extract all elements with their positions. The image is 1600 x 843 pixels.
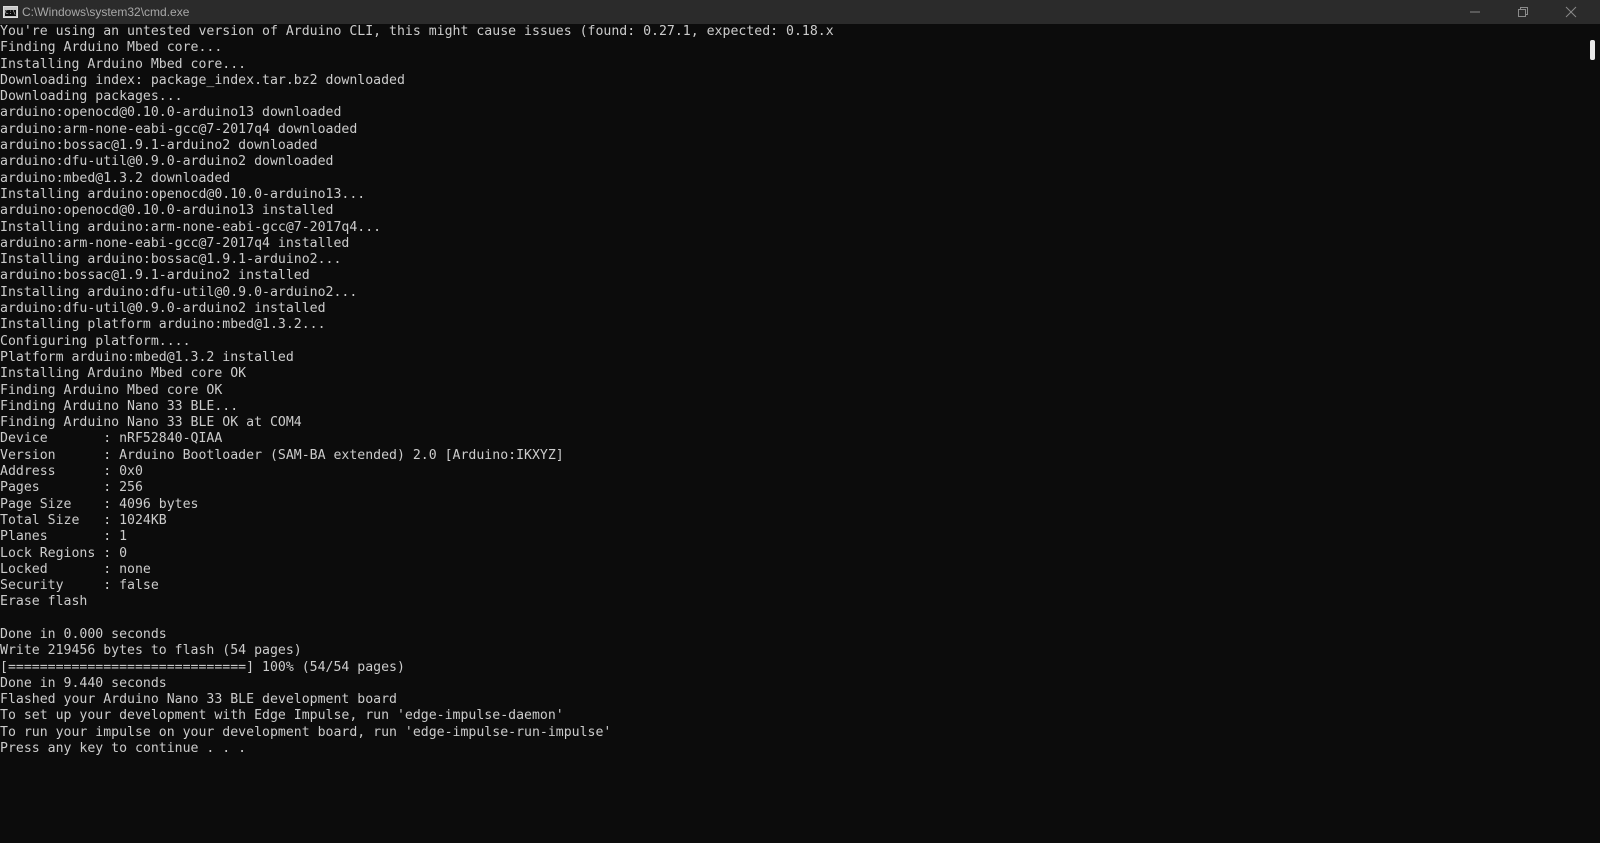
console-line: arduino:bossac@1.9.1-arduino2 installed	[0, 268, 310, 284]
console-output[interactable]: You're using an untested version of Ardu…	[0, 24, 1584, 843]
console-line: Done in 0.000 seconds	[0, 626, 167, 642]
window-title: C:\Windows\system32\cmd.exe	[22, 5, 190, 19]
console-line: Locked : none	[0, 561, 151, 577]
console-line: Flashed your Arduino Nano 33 BLE develop…	[0, 692, 397, 708]
console-line: arduino:openocd@0.10.0-arduino13 downloa…	[0, 105, 342, 121]
maximize-button[interactable]	[1500, 0, 1546, 24]
console-line: You're using an untested version of Ardu…	[0, 24, 834, 39]
console-line: Address : 0x0	[0, 464, 143, 480]
cmd-icon: C:\	[3, 6, 18, 18]
console-line: Installing arduino:dfu-util@0.9.0-arduin…	[0, 284, 358, 300]
console-line: Finding Arduino Nano 33 BLE...	[0, 398, 239, 414]
console-line: Write 219456 bytes to flash (54 pages)	[0, 643, 302, 659]
console-line: To run your impulse on your development …	[0, 724, 612, 740]
close-icon	[1565, 6, 1577, 18]
console-line: arduino:dfu-util@0.9.0-arduino2 installe…	[0, 301, 326, 317]
console-line: [==============================] 100% (5…	[0, 659, 405, 675]
console-line: arduino:bossac@1.9.1-arduino2 downloaded	[0, 138, 318, 154]
console-line: Installing arduino:openocd@0.10.0-arduin…	[0, 186, 366, 202]
console-line: Finding Arduino Mbed core...	[0, 40, 223, 56]
console-line: Done in 9.440 seconds	[0, 675, 167, 691]
console-line: Planes : 1	[0, 529, 128, 545]
console-line: arduino:openocd@0.10.0-arduino13 install…	[0, 203, 334, 219]
console-line: Pages : 256	[0, 480, 143, 496]
console-line: Installing arduino:arm-none-eabi-gcc@7-2…	[0, 219, 382, 235]
console-line: Security : false	[0, 578, 159, 594]
close-button[interactable]	[1548, 0, 1594, 24]
console-text: You're using an untested version of Ardu…	[0, 24, 1584, 757]
minimize-button[interactable]	[1452, 0, 1498, 24]
console-line: arduino:dfu-util@0.9.0-arduino2 download…	[0, 154, 334, 170]
console-line: Installing Arduino Mbed core...	[0, 56, 247, 72]
minimize-icon	[1470, 11, 1480, 13]
cmd-icon-glyph: C:\	[5, 10, 16, 16]
console-line: Lock Regions : 0	[0, 545, 128, 561]
console-line: Total Size : 1024KB	[0, 512, 167, 528]
vertical-scrollbar[interactable]	[1584, 24, 1600, 843]
restore-icon	[1518, 7, 1528, 17]
console-line: To set up your development with Edge Imp…	[0, 708, 564, 724]
title-bar[interactable]: C:\ C:\Windows\system32\cmd.exe	[0, 0, 1600, 24]
console-line: arduino:mbed@1.3.2 downloaded	[0, 170, 231, 186]
scrollbar-thumb[interactable]	[1590, 40, 1595, 60]
console-line: Device : nRF52840-QIAA	[0, 431, 223, 447]
console-line: Page Size : 4096 bytes	[0, 496, 199, 512]
console-line: Installing Arduino Mbed core OK	[0, 366, 247, 382]
console-line: Finding Arduino Mbed core OK	[0, 382, 223, 398]
console-line: arduino:arm-none-eabi-gcc@7-2017q4 insta…	[0, 235, 350, 251]
console-line: Press any key to continue . . .	[0, 741, 247, 757]
console-line: arduino:arm-none-eabi-gcc@7-2017q4 downl…	[0, 121, 358, 137]
console-line: Downloading index: package_index.tar.bz2…	[0, 72, 405, 88]
console-line: Platform arduino:mbed@1.3.2 installed	[0, 349, 294, 365]
console-line: Configuring platform....	[0, 333, 191, 349]
console-line: Erase flash	[0, 594, 88, 610]
cmd-window: C:\ C:\Windows\system32\cmd.exe You're u…	[0, 0, 1600, 843]
console-line: Installing arduino:bossac@1.9.1-arduino2…	[0, 252, 342, 268]
console-line: Installing platform arduino:mbed@1.3.2..…	[0, 317, 326, 333]
console-line: Downloading packages...	[0, 89, 183, 105]
console-line: Finding Arduino Nano 33 BLE OK at COM4	[0, 415, 302, 431]
console-line: Version : Arduino Bootloader (SAM-BA ext…	[0, 447, 564, 463]
